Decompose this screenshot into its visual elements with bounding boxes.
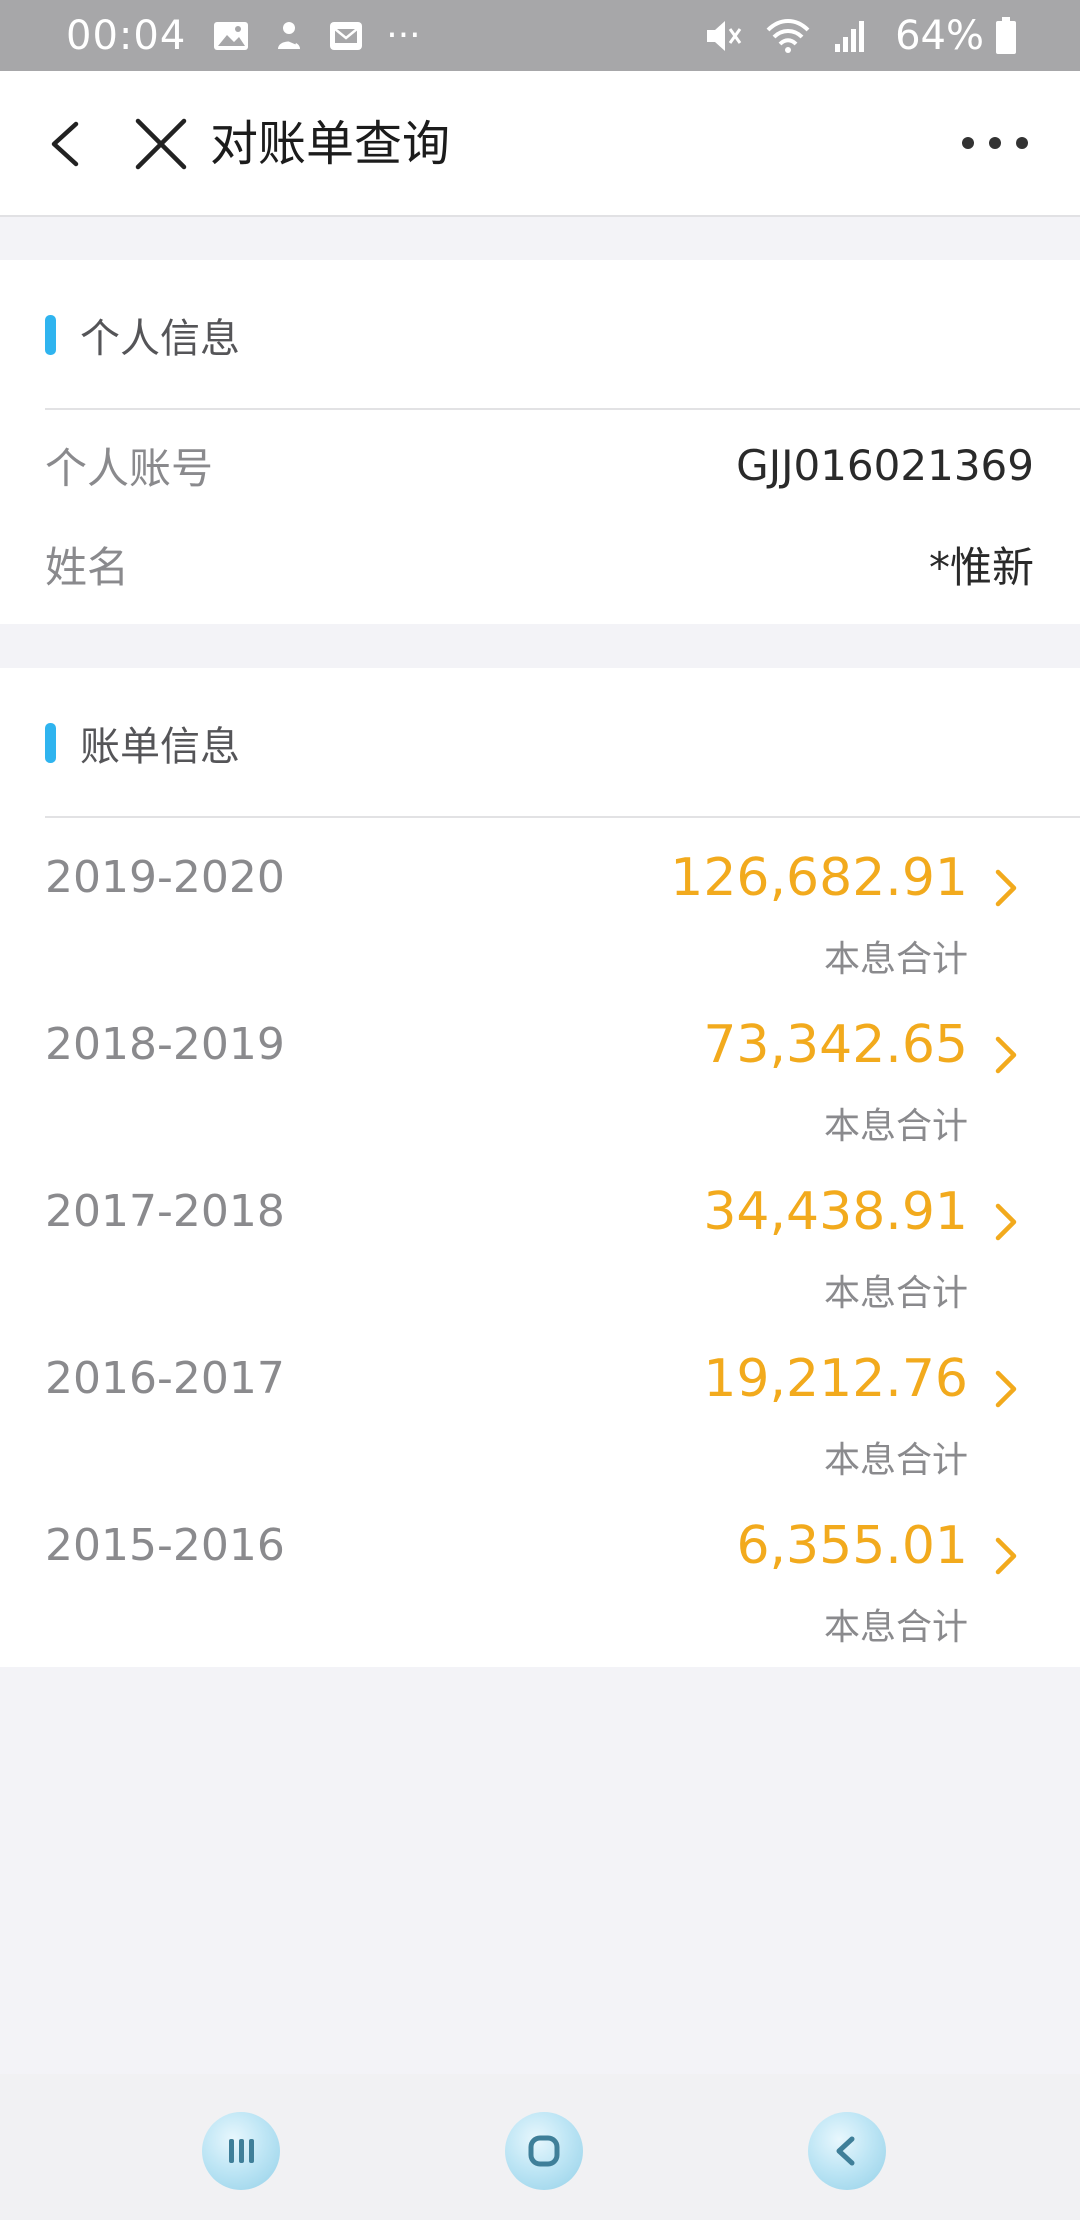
- name-value: *惟新: [928, 542, 1034, 592]
- name-row: 姓名 *惟新: [45, 524, 1034, 604]
- bill-year: 2016-2017: [45, 1353, 285, 1404]
- back-icon: [836, 2136, 855, 2166]
- status-time: 00:04: [66, 12, 187, 59]
- status-right: 64%: [703, 13, 1018, 59]
- app-notification-icon: [272, 19, 306, 53]
- home-icon: [528, 2135, 560, 2167]
- chevron-right-icon: [995, 1203, 1017, 1241]
- section-accent-bar: [45, 315, 56, 355]
- divider: [45, 408, 1080, 410]
- title-bar: 对账单查询: [0, 71, 1080, 217]
- bill-row-2015-2016[interactable]: 2015-2016 6,355.01 本息合计: [0, 1506, 1080, 1673]
- recents-button[interactable]: [202, 2112, 280, 2190]
- mail-icon: [328, 19, 364, 53]
- back-button[interactable]: [40, 109, 100, 179]
- bill-info-section: 账单信息 2019-2020 126,682.91 本息合计 2018-2019…: [0, 668, 1080, 1667]
- bill-sub-label: 本息合计: [823, 1106, 968, 1147]
- battery-icon: [994, 16, 1018, 56]
- close-button[interactable]: [130, 109, 192, 179]
- bill-amount: 126,682.91: [670, 848, 968, 908]
- bill-sub-label: 本息合计: [823, 1273, 968, 1314]
- account-value: GJJ016021369: [736, 440, 1034, 490]
- bill-amount: 6,355.01: [736, 1516, 968, 1576]
- bill-amount: 34,438.91: [703, 1182, 968, 1242]
- status-bar: 00:04 ··· 64%: [0, 0, 1080, 71]
- bill-sub-label: 本息合计: [823, 939, 968, 980]
- image-icon: [212, 19, 250, 53]
- chevron-right-icon: [995, 1370, 1017, 1408]
- overflow-indicator: ···: [386, 15, 421, 56]
- account-label: 个人账号: [45, 443, 214, 493]
- close-icon: [135, 118, 187, 170]
- back-arrow-icon: [51, 121, 79, 167]
- section-header: 个人信息: [45, 260, 240, 410]
- bill-amount: 73,342.65: [703, 1015, 968, 1075]
- bill-amount: 19,212.76: [703, 1349, 968, 1409]
- bill-year: 2017-2018: [45, 1186, 285, 1237]
- nav-back-button[interactable]: [808, 2112, 886, 2190]
- section-header: 账单信息: [45, 668, 240, 818]
- status-left: 00:04 ···: [66, 13, 443, 59]
- wifi-icon: [765, 16, 811, 56]
- bill-sub-label: 本息合计: [823, 1440, 968, 1481]
- chevron-right-icon: [995, 869, 1017, 907]
- bill-sub-label: 本息合计: [823, 1607, 968, 1648]
- section-title: 账单信息: [80, 724, 240, 770]
- chevron-right-icon: [995, 1036, 1017, 1074]
- name-label: 姓名: [45, 542, 130, 592]
- bill-year: 2015-2016: [45, 1520, 285, 1571]
- more-options-button[interactable]: [955, 123, 1035, 163]
- system-nav-bar: [0, 2074, 1080, 2220]
- divider: [45, 816, 1080, 818]
- section-accent-bar: [45, 723, 56, 763]
- signal-icon: [833, 18, 867, 54]
- bill-row-2017-2018[interactable]: 2017-2018 34,438.91 本息合计: [0, 1172, 1080, 1339]
- bill-row-2018-2019[interactable]: 2018-2019 73,342.65 本息合计: [0, 1005, 1080, 1172]
- bill-year: 2019-2020: [45, 852, 285, 903]
- home-button[interactable]: [505, 2112, 583, 2190]
- bill-row-2016-2017[interactable]: 2016-2017 19,212.76 本息合计: [0, 1339, 1080, 1506]
- recents-icon: [229, 2139, 254, 2163]
- bill-row-2019-2020[interactable]: 2019-2020 126,682.91 本息合计: [0, 838, 1080, 1005]
- page-title: 对账单查询: [210, 116, 451, 172]
- more-dots-icon: [962, 137, 1028, 149]
- chevron-right-icon: [995, 1537, 1017, 1575]
- section-title: 个人信息: [80, 316, 240, 362]
- battery-percent: 64%: [895, 12, 984, 59]
- bill-year: 2018-2019: [45, 1019, 285, 1070]
- personal-info-section: 个人信息 个人账号 GJJ016021369 姓名 *惟新: [0, 260, 1080, 624]
- account-row: 个人账号 GJJ016021369: [45, 425, 1034, 505]
- mute-icon: [703, 16, 743, 56]
